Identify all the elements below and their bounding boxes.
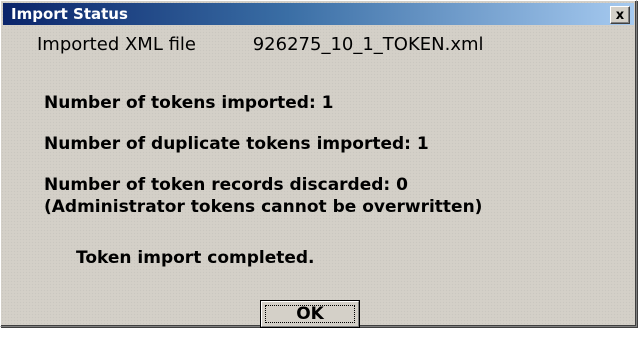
ok-button[interactable]: OK <box>260 300 360 328</box>
import-status-dialog: Import Status x Imported XML file 926275… <box>0 0 637 328</box>
tokens-imported-text: Number of tokens imported: 1 <box>44 93 334 113</box>
window-title: Import Status <box>11 5 128 23</box>
imported-file-row: Imported XML file 926275_10_1_TOKEN.xml <box>37 34 484 55</box>
imported-file-name: 926275_10_1_TOKEN.xml <box>252 34 484 55</box>
records-discarded-text: Number of token records discarded: 0 <box>44 175 408 195</box>
ok-button-label: OK <box>265 304 355 324</box>
imported-file-label: Imported XML file <box>37 34 196 55</box>
close-icon: x <box>615 7 625 23</box>
close-button[interactable]: x <box>610 6 630 24</box>
duplicate-tokens-text: Number of duplicate tokens imported: 1 <box>44 134 429 154</box>
import-completed-text: Token import completed. <box>76 248 315 268</box>
admin-note-text: (Administrator tokens cannot be overwrit… <box>44 197 483 217</box>
title-bar[interactable]: Import Status x <box>3 3 634 25</box>
ok-button-bevel: OK <box>261 301 359 327</box>
